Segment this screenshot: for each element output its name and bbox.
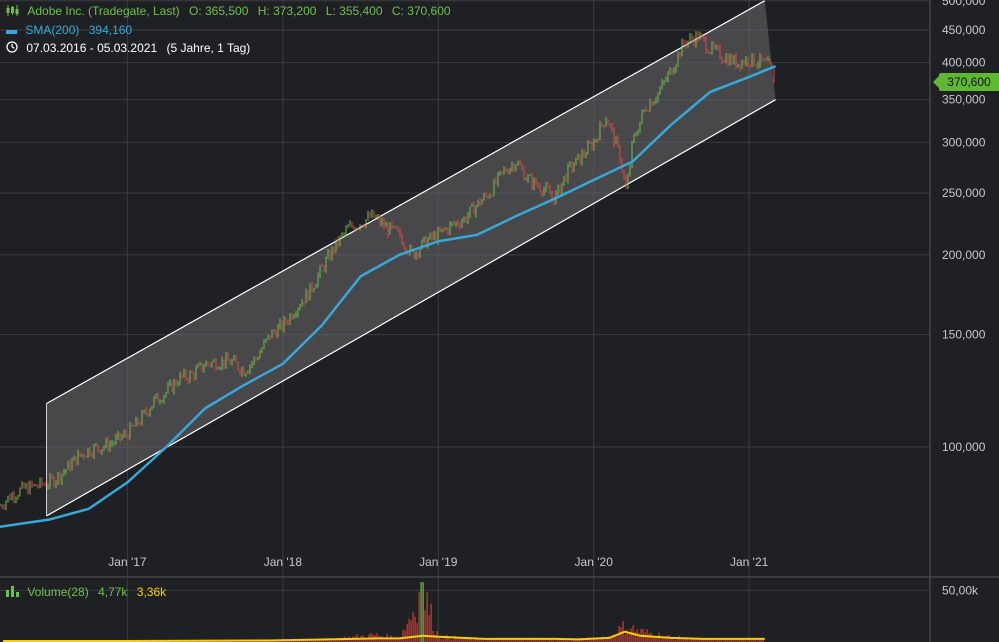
period-legend[interactable]: 07.03.2016 - 05.03.2021 (5 Jahre, 1 Tag) [6, 41, 250, 56]
clock-icon [6, 41, 18, 56]
y-tick-label: 250,000 [942, 186, 986, 200]
period-note: (5 Jahre, 1 Tag) [166, 41, 251, 55]
sma-legend: SMA(200) 394,160 [6, 23, 132, 38]
volume-legend: Volume(28) 4,77k 3,36k [6, 585, 166, 600]
instrument-legend: Adobe Inc. (Tradegate, Last) O: 365,500 … [6, 4, 451, 19]
close-value: C: 370,600 [391, 4, 451, 18]
y-tick-label: 400,000 [942, 56, 986, 70]
chart-background [0, 0, 999, 642]
bar-chart-icon [6, 585, 19, 600]
x-tick-label: Jan '18 [264, 555, 303, 569]
instrument-name: Adobe Inc. (Tradegate, Last) [27, 4, 180, 18]
y-tick-label: 450,000 [942, 23, 986, 37]
sma-value: 394,160 [88, 23, 133, 37]
y-tick-label: 350,000 [942, 93, 986, 107]
volume-tick-label: 50,00k [942, 583, 979, 597]
sma-label: SMA(200) [25, 23, 80, 37]
price-chart[interactable]: 100,000 150,000 200,000 250,000 300,000 350,0… [0, 0, 999, 642]
x-tick-label: Jan '20 [575, 555, 614, 569]
y-tick-label: 100,000 [942, 440, 986, 454]
line-icon [6, 24, 17, 38]
low-value: L: 355,400 [325, 4, 383, 18]
x-tick-label: Jan '21 [730, 555, 769, 569]
volume-ma-value: 3,36k [136, 585, 167, 599]
period-range: 07.03.2016 - 05.03.2021 [26, 41, 158, 55]
last-price-tag: 370,600 [933, 73, 999, 91]
volume-value: 4,77k [98, 585, 128, 599]
candles-icon [6, 4, 19, 19]
x-tick-label: Jan '19 [419, 555, 458, 569]
high-value: H: 373,200 [257, 4, 317, 18]
y-tick-label: 300,000 [942, 135, 986, 149]
volume-label: Volume(28) [27, 585, 89, 599]
y-tick-label: 150,000 [942, 328, 986, 342]
y-tick-label: 500,000 [942, 0, 986, 8]
open-value: O: 365,500 [189, 4, 249, 18]
y-tick-label: 200,000 [942, 248, 986, 262]
x-tick-label: Jan '17 [108, 555, 147, 569]
